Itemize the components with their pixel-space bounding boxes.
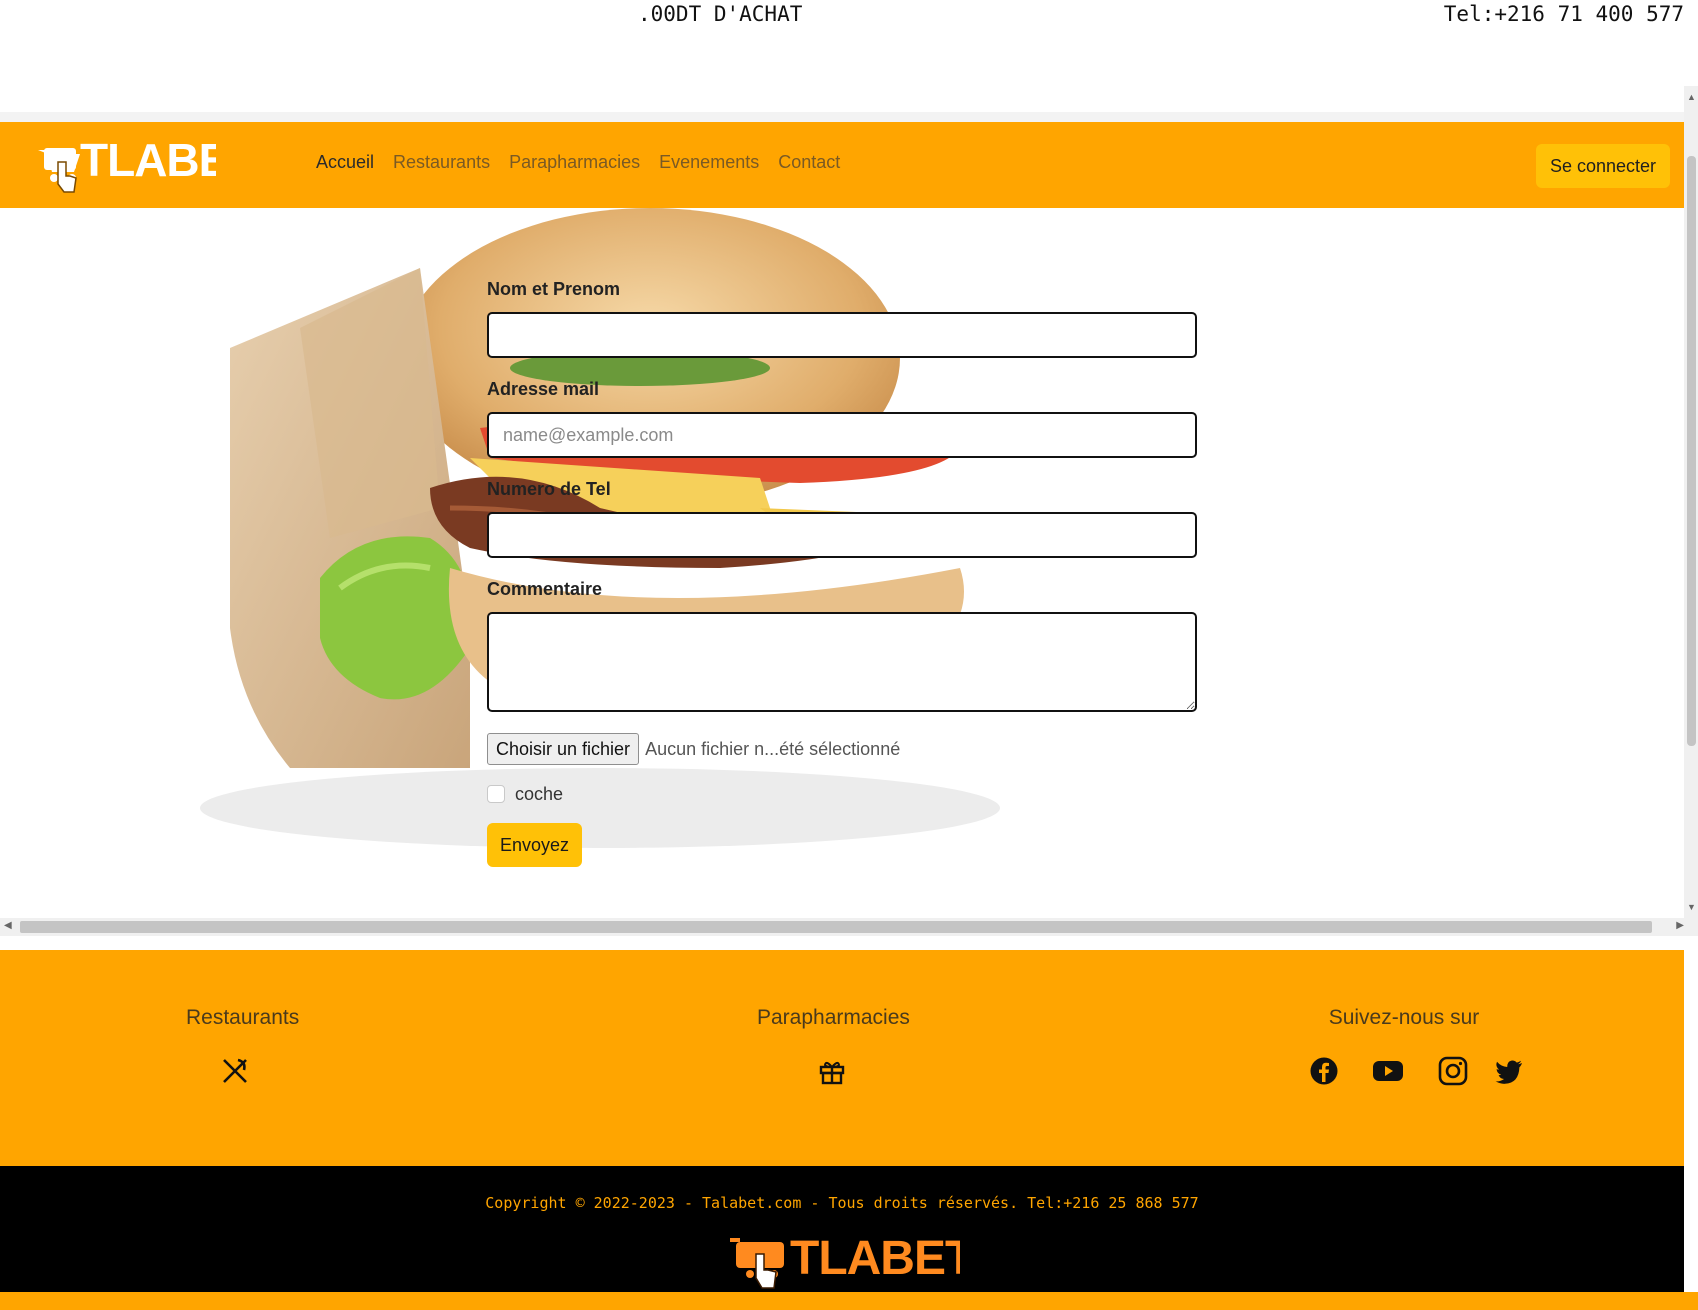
footer-social-title: Suivez-nous sur	[1328, 1006, 1480, 1029]
phone-input[interactable]	[487, 512, 1197, 558]
scroll-down-icon[interactable]: ▼	[1687, 902, 1696, 912]
file-upload: Choisir un fichier Aucun fichier n...été…	[487, 732, 1197, 766]
email-label: Adresse mail	[487, 379, 600, 399]
copyright-text: Copyright © 2022-2023 - Talabet.com - To…	[485, 1194, 1199, 1212]
checkbox-row: coche	[487, 781, 1197, 807]
comment-label: Commentaire	[487, 579, 603, 599]
hero-section: Nom et Prenom Adresse mail Numero de Tel…	[0, 208, 1684, 874]
utensils-icon[interactable]	[220, 1056, 250, 1086]
nav-contact[interactable]: Contact	[778, 152, 840, 173]
youtube-icon[interactable]	[1372, 1056, 1404, 1086]
file-status: Aucun fichier n...été sélectionné	[645, 738, 901, 759]
footer-parapharmacies: Parapharmacies	[757, 1006, 910, 1030]
footer-logo-wordmark: TLABET	[790, 1232, 960, 1285]
name-label: Nom et Prenom	[487, 279, 621, 299]
horizontal-scrollbar[interactable]: ◀ ▶	[0, 918, 1698, 936]
promo-marquee: .00DT D'ACHAT	[638, 2, 803, 26]
name-input[interactable]	[487, 312, 1197, 358]
submit-button[interactable]: Envoyez	[487, 823, 582, 867]
phone-label: Numero de Tel	[487, 479, 611, 499]
nav-parapharmacies[interactable]: Parapharmacies	[509, 152, 640, 173]
vertical-scroll-thumb[interactable]	[1687, 156, 1696, 746]
twitter-icon[interactable]	[1494, 1056, 1524, 1086]
vertical-scrollbar[interactable]: ▲ ▼	[1684, 86, 1698, 918]
navbar: TLABET Accueil Restaurants Parapharmacie…	[0, 122, 1684, 208]
copyright-bar: Copyright © 2022-2023 - Talabet.com - To…	[0, 1166, 1684, 1292]
nav-restaurants[interactable]: Restaurants	[393, 152, 490, 173]
page-bottom-strip	[0, 1292, 1698, 1310]
footer-social: Suivez-nous sur	[1316, 1006, 1492, 1030]
talabet-logo[interactable]: TLABET	[36, 132, 216, 196]
scroll-right-icon[interactable]: ▶	[1676, 920, 1684, 931]
gift-icon[interactable]	[817, 1056, 847, 1086]
scroll-left-icon[interactable]: ◀	[4, 920, 12, 931]
top-phone: Tel:+216 71 400 577	[1443, 2, 1684, 26]
footer-restaurants: Restaurants	[186, 1006, 300, 1030]
contact-form: Nom et Prenom Adresse mail Numero de Tel…	[487, 278, 1197, 867]
footer-restaurants-title: Restaurants	[186, 1006, 300, 1029]
login-button[interactable]: Se connecter	[1536, 144, 1670, 188]
nav-links: Accueil Restaurants Parapharmacies Evene…	[316, 152, 840, 173]
nav-accueil[interactable]: Accueil	[316, 152, 374, 173]
footer-parapharmacies-title: Parapharmacies	[757, 1006, 910, 1029]
scroll-separator	[0, 112, 1684, 122]
instagram-icon[interactable]	[1438, 1056, 1468, 1086]
horizontal-scroll-thumb[interactable]	[20, 921, 1652, 933]
coche-checkbox[interactable]	[487, 785, 505, 803]
choose-file-button[interactable]: Choisir un fichier	[487, 733, 640, 765]
logo-wordmark: TLABET	[80, 134, 216, 186]
checkbox-label[interactable]: coche	[515, 784, 563, 805]
comment-textarea[interactable]	[487, 612, 1197, 712]
footer: Restaurants Parapharmacies Suivez-nous s…	[0, 936, 1684, 1166]
talabet-logo-footer[interactable]: TLABET	[730, 1228, 960, 1292]
nav-evenements[interactable]: Evenements	[659, 152, 759, 173]
email-input[interactable]	[487, 412, 1197, 458]
top-banner: .00DT D'ACHAT Tel:+216 71 400 577	[0, 0, 1698, 112]
facebook-icon[interactable]	[1309, 1056, 1339, 1086]
scroll-up-icon[interactable]: ▲	[1687, 92, 1696, 102]
